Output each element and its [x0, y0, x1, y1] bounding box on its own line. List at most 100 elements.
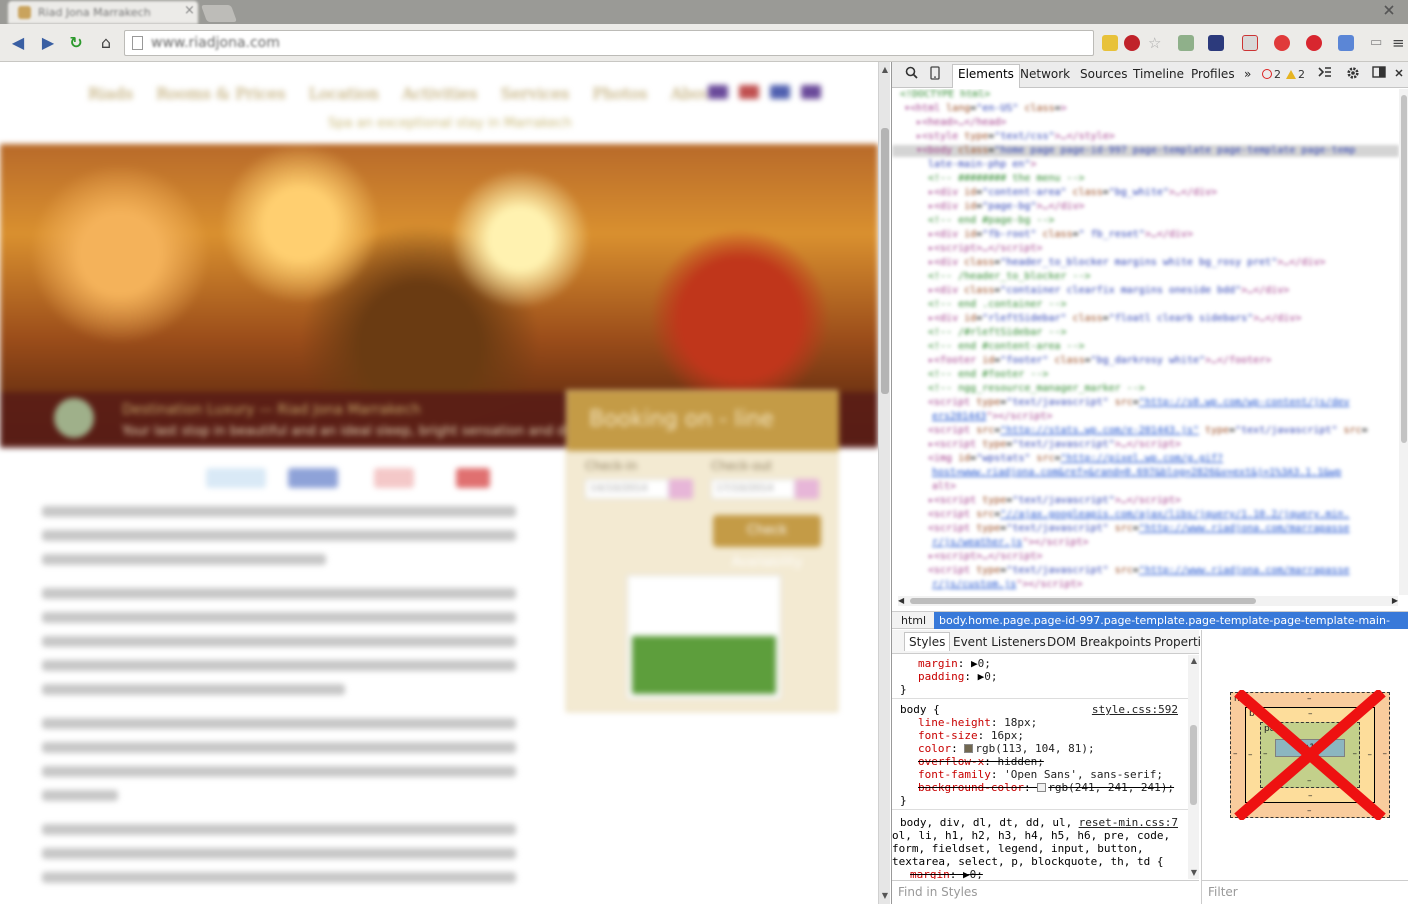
departure-date-input[interactable]: 17/10/2014 — [711, 479, 795, 499]
page-viewport[interactable]: Riads Rooms & Prices Location Activities… — [0, 62, 878, 904]
site-nav-item[interactable]: Riads — [88, 84, 133, 103]
reload-icon[interactable]: ↻ — [66, 33, 86, 53]
google-plus-button[interactable] — [456, 468, 490, 488]
check-availability-button[interactable]: Check Availability — [713, 515, 821, 570]
styles-pane[interactable]: margin: ▶0; padding: ▶0; } body { style.… — [892, 655, 1188, 879]
flag-spanish-icon[interactable] — [739, 85, 760, 99]
breadcrumb-html[interactable]: html — [896, 612, 931, 629]
console-drawer-icon[interactable] — [1316, 66, 1334, 84]
flag-english-icon[interactable] — [708, 85, 728, 99]
source-link-style-css[interactable]: style.css:592 — [1092, 703, 1178, 716]
rule-selector-reset[interactable]: form, fieldset, legend, input, button, — [892, 842, 1144, 855]
css-declaration-overridden[interactable]: overflow-x: hidden; — [918, 755, 1044, 768]
close-devtools-icon[interactable] — [1390, 66, 1408, 84]
color-swatch-icon[interactable] — [964, 744, 974, 753]
browser-toolbar: ◀ ▶ ↻ ⌂ www.riadjona.com ☆ ▭ ≡ — [0, 24, 1408, 62]
home-icon[interactable]: ⌂ — [96, 33, 116, 53]
css-declaration[interactable]: margin: ▶0; — [918, 657, 991, 670]
tweet-button[interactable] — [206, 468, 266, 488]
device-mode-icon[interactable] — [926, 66, 944, 84]
menu-icon[interactable]: ≡ — [1392, 35, 1408, 51]
close-tab-icon[interactable]: × — [184, 3, 1402, 18]
css-declaration[interactable]: font-size: 16px; — [918, 729, 1024, 742]
css-declaration[interactable]: color: rgb(113, 104, 81); — [918, 742, 1095, 755]
more-tabs-icon[interactable]: » — [1244, 67, 1251, 81]
filter-input[interactable]: Filter — [1201, 880, 1408, 904]
facebook-button[interactable] — [288, 468, 338, 488]
dom-tree-content: <!DOCTYPE html> ▾<html lang="en-US" clas… — [892, 89, 1399, 595]
rule-selector-reset[interactable]: body, div, dl, dt, dd, ul, — [900, 816, 1072, 829]
find-in-styles-input[interactable]: Find in Styles — [892, 880, 1199, 904]
page-scrollbar[interactable]: ▲ ▼ — [878, 62, 890, 904]
rule-selector-reset[interactable]: ol, li, h1, h2, h3, h4, h5, h6, pre, cod… — [892, 829, 1170, 842]
extension-folder-icon[interactable] — [1338, 35, 1354, 51]
warning-counter[interactable]: 2 — [1286, 68, 1305, 81]
extension-power-icon[interactable] — [1274, 35, 1290, 51]
arrival-date-input[interactable]: 14/10/2014 — [585, 479, 669, 499]
page-scroll-thumb[interactable] — [881, 128, 889, 394]
css-declaration-overridden[interactable]: background-color: rgb(241, 241, 241); — [918, 781, 1174, 794]
calendar-icon[interactable] — [669, 479, 693, 499]
calendar-icon[interactable] — [795, 479, 819, 499]
site-nav-item[interactable]: Activities — [402, 84, 477, 103]
css-declaration[interactable]: font-family: 'Open Sans', sans-serif; — [918, 768, 1163, 781]
inspect-search-icon[interactable] — [902, 66, 920, 84]
tab-timeline[interactable]: Timeline — [1133, 67, 1184, 81]
tab-event-listeners[interactable]: Event Listeners — [953, 635, 1046, 649]
flag-italian-icon[interactable] — [801, 85, 822, 99]
scroll-left-arrow-icon[interactable]: ◀ — [898, 596, 904, 606]
scroll-down-arrow-icon[interactable]: ▼ — [1188, 867, 1200, 879]
window-close-icon[interactable] — [1380, 3, 1398, 21]
dom-tree[interactable]: <!DOCTYPE html> ▾<html lang="en-US" clas… — [892, 89, 1399, 595]
source-link-reset-css[interactable]: reset-min.css:7 — [1079, 816, 1178, 829]
extension-more-icon[interactable]: ▭ — [1370, 35, 1386, 51]
dom-horizontal-scrollbar[interactable]: ◀ ▶ — [898, 596, 1398, 606]
dom-scroll-thumb[interactable] — [1401, 95, 1407, 443]
scroll-up-arrow-icon[interactable]: ▲ — [879, 64, 891, 76]
certificate-badge[interactable] — [627, 575, 781, 699]
rule-close-brace: } — [900, 794, 907, 807]
site-nav-item[interactable]: Location — [309, 84, 379, 103]
address-bar[interactable]: www.riadjona.com — [124, 30, 1094, 56]
dock-side-icon[interactable] — [1370, 66, 1388, 84]
scroll-up-arrow-icon[interactable]: ▲ — [1188, 655, 1200, 667]
site-nav-item[interactable]: Rooms & Prices — [156, 84, 285, 103]
tab-network[interactable]: Network — [1020, 67, 1070, 81]
breadcrumb-body[interactable]: body.home.page.page-id-997.page-template… — [934, 612, 1408, 644]
tab-dom-breakpoints[interactable]: DOM Breakpoints — [1047, 635, 1151, 649]
tab-sources[interactable]: Sources — [1080, 67, 1127, 81]
settings-gear-icon[interactable] — [1344, 66, 1362, 84]
dom-hscroll-thumb[interactable] — [910, 598, 1256, 604]
forward-icon[interactable]: ▶ — [38, 33, 58, 53]
scroll-down-arrow-icon[interactable]: ▼ — [879, 890, 891, 902]
flag-french-icon[interactable] — [770, 85, 791, 99]
extension-flag-icon[interactable] — [1102, 35, 1118, 51]
color-swatch-icon[interactable] — [1037, 783, 1047, 792]
styles-scroll-thumb[interactable] — [1190, 725, 1197, 805]
extension-book-icon[interactable] — [1208, 35, 1224, 51]
rule-selector-reset[interactable]: textarea, select, p, blockquote, th, td … — [892, 855, 1164, 868]
extension-chart-icon[interactable] — [1178, 35, 1194, 51]
css-declaration-overridden[interactable]: margin: ▶0; — [910, 868, 983, 879]
css-declaration[interactable]: padding: ▶0; — [918, 670, 997, 683]
pin-button[interactable] — [374, 468, 414, 488]
site-nav-item[interactable]: Photos — [592, 84, 647, 103]
site-nav: Riads Rooms & Prices Location Activities… — [88, 84, 737, 108]
browser-tab[interactable]: Riad Jona Marrakech — [8, 1, 198, 24]
site-nav-item[interactable]: Services — [501, 84, 570, 103]
css-declaration[interactable]: line-height: 18px; — [918, 716, 1037, 729]
styles-scrollbar[interactable]: ▲ ▼ — [1188, 655, 1199, 879]
error-counter[interactable]: 2 — [1262, 68, 1281, 81]
new-tab-button[interactable] — [200, 5, 238, 22]
extension-record-icon[interactable] — [1124, 35, 1140, 51]
dom-scrollbar[interactable] — [1399, 89, 1408, 595]
back-icon[interactable]: ◀ — [8, 33, 28, 53]
scroll-right-arrow-icon[interactable]: ▶ — [1392, 596, 1398, 606]
tab-profiles[interactable]: Profiles — [1191, 67, 1235, 81]
tab-styles[interactable]: Styles — [904, 632, 951, 651]
tab-elements[interactable]: Elements — [952, 64, 1020, 88]
rule-selector-body[interactable]: body { — [900, 703, 940, 716]
extension-note-icon[interactable] — [1242, 35, 1258, 51]
extension-stop-icon[interactable] — [1306, 35, 1322, 51]
bookmark-star-icon[interactable]: ☆ — [1148, 35, 1164, 51]
